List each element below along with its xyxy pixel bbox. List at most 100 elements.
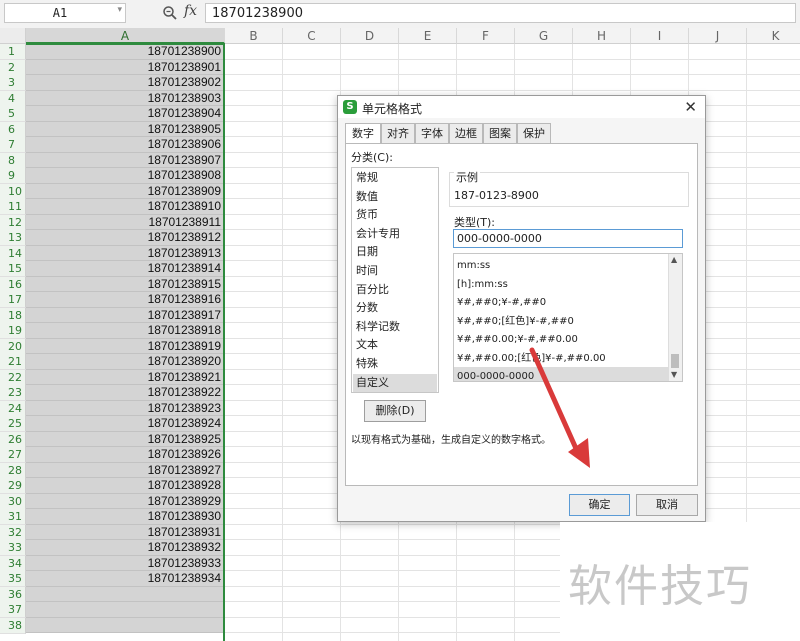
format-item[interactable]: 000-0000-0000 xyxy=(454,367,669,381)
row-header[interactable]: 20 xyxy=(0,338,26,355)
cell-a[interactable]: 18701238923 xyxy=(26,400,223,416)
column-header-k[interactable]: K xyxy=(747,28,800,44)
cell-a[interactable]: 18701238920 xyxy=(26,354,223,370)
chevron-down-icon[interactable]: ▾ xyxy=(117,5,122,15)
row-header[interactable]: 24 xyxy=(0,400,26,417)
column-header-a[interactable]: A xyxy=(26,28,225,44)
cell-a[interactable]: 18701238900 xyxy=(26,44,223,60)
cell-a[interactable]: 18701238915 xyxy=(26,276,223,292)
cell-a[interactable]: 18701238903 xyxy=(26,90,223,106)
tab-5[interactable]: 保护 xyxy=(517,123,551,143)
category-item[interactable]: 百分比 xyxy=(353,281,437,299)
column-header-e[interactable]: E xyxy=(399,28,457,44)
format-item[interactable]: ¥#,##0;¥-#,##0 xyxy=(454,293,669,312)
row-header[interactable]: 11 xyxy=(0,199,26,215)
row-header[interactable]: 6 xyxy=(0,121,26,138)
row-header[interactable]: 4 xyxy=(0,90,26,107)
cell-a[interactable] xyxy=(26,586,223,602)
category-item[interactable]: 货币 xyxy=(353,206,437,224)
name-box[interactable]: A1 ▾ xyxy=(4,3,126,23)
cell-a[interactable]: 18701238907 xyxy=(26,152,223,168)
category-item[interactable]: 文本 xyxy=(353,336,437,354)
row-header[interactable]: 37 xyxy=(0,602,26,618)
column-header-d[interactable]: D xyxy=(341,28,399,44)
category-item[interactable]: 日期 xyxy=(353,243,437,261)
row-header[interactable]: 10 xyxy=(0,183,26,200)
cell-a[interactable]: 18701238916 xyxy=(26,292,223,308)
row-header[interactable]: 7 xyxy=(0,137,26,153)
column-header-h[interactable]: H xyxy=(573,28,631,44)
cell-a[interactable]: 18701238932 xyxy=(26,540,223,556)
format-item[interactable]: ¥#,##0.00;¥-#,##0.00 xyxy=(454,330,669,349)
tab-2[interactable]: 字体 xyxy=(415,123,449,143)
column-header-i[interactable]: I xyxy=(631,28,689,44)
scroll-up-icon[interactable]: ▲ xyxy=(671,255,677,264)
dialog-titlebar[interactable]: S 单元格格式 ✕ xyxy=(338,96,705,118)
cancel-button[interactable]: 取消 xyxy=(636,494,698,516)
row-header[interactable]: 22 xyxy=(0,369,26,386)
cell-a[interactable]: 18701238928 xyxy=(26,478,223,494)
cell-a[interactable]: 18701238914 xyxy=(26,261,223,277)
tab-1[interactable]: 对齐 xyxy=(381,123,415,143)
cell-a[interactable]: 18701238904 xyxy=(26,106,223,122)
cell-a[interactable]: 18701238911 xyxy=(26,214,223,230)
tab-0[interactable]: 数字 xyxy=(345,123,381,144)
row-header[interactable]: 32 xyxy=(0,524,26,541)
cell-a[interactable]: 18701238919 xyxy=(26,338,223,354)
row-header[interactable]: 34 xyxy=(0,555,26,572)
category-item[interactable]: 科学记数 xyxy=(353,318,437,336)
row-header[interactable]: 21 xyxy=(0,354,26,370)
cell-a[interactable]: 18701238930 xyxy=(26,509,223,525)
cell-a[interactable] xyxy=(26,602,223,618)
row-header[interactable]: 9 xyxy=(0,168,26,184)
type-input[interactable]: 000-0000-0000 xyxy=(453,229,683,248)
cell-a[interactable]: 18701238922 xyxy=(26,385,223,401)
row-header[interactable]: 36 xyxy=(0,586,26,603)
format-item[interactable]: ¥#,##0;[红色]¥-#,##0 xyxy=(454,312,669,331)
category-list[interactable]: 常规 数值 货币 会计专用 日期 时间 百分比 分数 科学记数 文本 特殊 自定义 xyxy=(351,167,439,393)
cell-a[interactable]: 18701238909 xyxy=(26,183,223,199)
row-header[interactable]: 26 xyxy=(0,431,26,448)
format-item[interactable]: mm:ss xyxy=(454,256,669,275)
row-header[interactable]: 27 xyxy=(0,447,26,463)
close-icon[interactable]: ✕ xyxy=(684,98,697,116)
cell-a[interactable]: 18701238905 xyxy=(26,121,223,137)
category-item[interactable]: 分数 xyxy=(353,299,437,317)
row-header[interactable]: 1 xyxy=(0,44,26,60)
scroll-down-icon[interactable]: ▼ xyxy=(671,370,677,379)
cell-a[interactable] xyxy=(26,617,223,633)
row-header[interactable]: 8 xyxy=(0,152,26,169)
cell-a[interactable]: 18701238934 xyxy=(26,571,223,587)
cell-a[interactable]: 18701238933 xyxy=(26,555,223,571)
formula-input[interactable]: 18701238900 xyxy=(205,3,796,23)
row-header[interactable]: 23 xyxy=(0,385,26,401)
column-header-j[interactable]: J xyxy=(689,28,747,44)
cell-a[interactable]: 18701238925 xyxy=(26,431,223,447)
tab-3[interactable]: 边框 xyxy=(449,123,483,143)
cell-a[interactable]: 18701238901 xyxy=(26,59,223,75)
row-header[interactable]: 16 xyxy=(0,276,26,293)
cell-a[interactable]: 18701238926 xyxy=(26,447,223,463)
format-item[interactable]: ¥#,##0.00;[红色]¥-#,##0.00 xyxy=(454,349,669,368)
category-item[interactable]: 会计专用 xyxy=(353,225,437,243)
category-item[interactable]: 时间 xyxy=(353,262,437,280)
row-header[interactable]: 25 xyxy=(0,416,26,432)
delete-button[interactable]: 删除(D) xyxy=(364,400,426,422)
column-header-g[interactable]: G xyxy=(515,28,573,44)
row-header[interactable]: 18 xyxy=(0,307,26,324)
row-header[interactable]: 3 xyxy=(0,75,26,91)
row-header[interactable]: 13 xyxy=(0,230,26,246)
cell-a[interactable]: 18701238921 xyxy=(26,369,223,385)
row-header[interactable]: 14 xyxy=(0,245,26,262)
select-all-corner[interactable] xyxy=(0,28,26,44)
row-header[interactable]: 33 xyxy=(0,540,26,556)
format-list-scrollbar[interactable]: ▲ ▼ xyxy=(668,254,682,381)
tab-4[interactable]: 图案 xyxy=(483,123,517,143)
fx-icon[interactable]: fx xyxy=(184,3,197,19)
column-header-b[interactable]: B xyxy=(225,28,283,44)
row-header[interactable]: 2 xyxy=(0,59,26,76)
cell-a[interactable]: 18701238906 xyxy=(26,137,223,153)
row-header[interactable]: 19 xyxy=(0,323,26,339)
cell-a[interactable]: 18701238912 xyxy=(26,230,223,246)
format-list[interactable]: ▲ ▼ mm:ss [h]:mm:ss ¥#,##0;¥-#,##0 ¥#,##0;[… xyxy=(453,253,683,382)
